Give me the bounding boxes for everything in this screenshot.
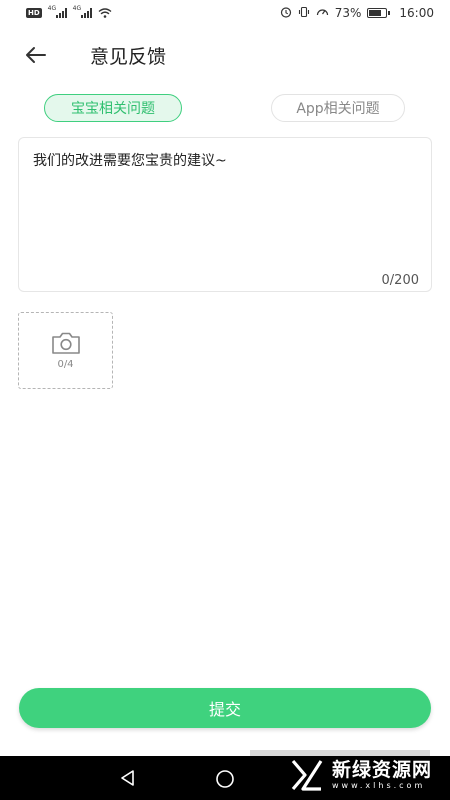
camera-icon [51,332,80,354]
category-tabs: 宝宝相关问题 App相关问题 [0,94,450,124]
watermark-sub: www.xlhs.com [331,781,426,790]
back-button[interactable] [18,37,54,73]
vibrate-icon [298,6,310,21]
signal-icon: 4G [47,5,67,18]
nav-home-button[interactable] [214,768,236,794]
tab-baby-issues[interactable]: 宝宝相关问题 [44,94,182,122]
battery-percent: 73% [334,6,362,20]
system-nav-bar: 新绿资源网 www.xlhs.com [0,756,450,800]
alarm-icon [280,6,292,21]
speed-icon [316,6,329,21]
xinlv-logo [291,759,323,791]
status-left: HD 4G 4G [26,5,112,18]
sim2-label: 4G [72,5,82,12]
photo-upload-button[interactable]: 0/4 [18,312,113,389]
feedback-input[interactable] [33,150,419,260]
signal-icon: 4G [72,5,92,18]
status-bar: HD 4G 4G 73% 16:00 [0,0,450,26]
photo-count: 0/4 [57,359,74,370]
circle-home-icon [216,770,234,788]
triangle-back-icon [121,770,134,786]
hd-badge: HD [26,8,42,18]
wifi-icon [98,8,112,18]
header: 意见反馈 [0,28,450,82]
arrow-left-icon [26,47,46,63]
watermark: 新绿资源网 www.xlhs.com [290,758,432,792]
submit-button[interactable]: 提交 [19,688,431,728]
nav-back-button[interactable] [118,768,138,792]
page-title: 意见反馈 [90,45,167,68]
status-right: 73% 16:00 [280,6,434,21]
sim1-label: 4G [47,5,57,12]
battery-icon [367,8,391,18]
clock: 16:00 [399,6,434,20]
watermark-text: 新绿资源网 www.xlhs.com [332,759,432,791]
watermark-main: 新绿资源网 [331,759,432,781]
char-count: 0/200 [381,273,419,288]
feedback-box: 0/200 [18,137,432,292]
tab-app-issues[interactable]: App相关问题 [271,94,405,122]
